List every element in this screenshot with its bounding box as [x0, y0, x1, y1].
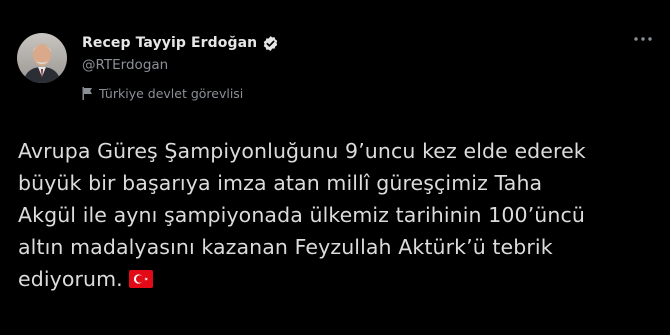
tweet-line: Avrupa Güreş Şampiyonluğunu 9’uncu kez e… [18, 139, 586, 163]
tweet-card: Recep Tayyip Erdoğan @RTErdogan Türkiye … [0, 0, 670, 335]
tweet-line: Akgül ile aynı şampiyonada ülkemiz tarih… [18, 203, 585, 227]
tweet-line: ediyorum. [18, 267, 123, 291]
author-handle[interactable]: @RTErdogan [82, 57, 168, 73]
avatar[interactable] [17, 33, 67, 83]
tweet-line: altın madalyasını kazanan Feyzullah Aktü… [18, 235, 553, 259]
government-account-label[interactable]: Türkiye devlet görevlisi [82, 86, 243, 101]
tweet-text: Avrupa Güreş Şampiyonluğunu 9’uncu kez e… [18, 135, 658, 295]
government-label-text: Türkiye devlet görevlisi [99, 86, 244, 101]
tweet-last-line: ediyorum. [18, 263, 658, 295]
turkey-flag-icon [128, 265, 153, 288]
author-display-name[interactable]: Recep Tayyip Erdoğan [82, 35, 257, 51]
verified-badge-icon [262, 35, 279, 52]
more-options-button[interactable] [628, 28, 658, 48]
flag-icon [82, 87, 93, 100]
more-options-icon [633, 29, 653, 47]
avatar-image [17, 33, 67, 83]
author-name-row[interactable]: Recep Tayyip Erdoğan [82, 33, 279, 53]
tweet-line: büyük bir başarıya imza atan millî güreş… [18, 171, 543, 195]
